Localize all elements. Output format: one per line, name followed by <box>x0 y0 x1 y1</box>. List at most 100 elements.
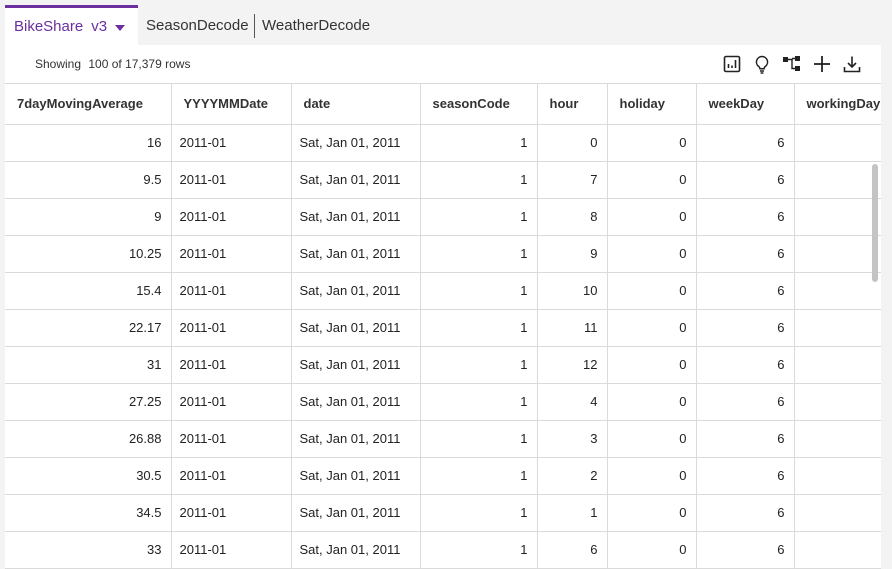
hierarchy-icon[interactable] <box>781 53 803 75</box>
table-row[interactable]: 9 2011-01 Sat, Jan 01, 2011 1 8 0 6 <box>5 198 881 236</box>
table-cell: 11 <box>537 309 608 347</box>
table-row[interactable]: 33 2011-01 Sat, Jan 01, 2011 1 6 0 6 <box>5 531 881 569</box>
table-row[interactable]: 34.5 2011-01 Sat, Jan 01, 2011 1 1 0 6 <box>5 494 881 532</box>
table-cell: 6 <box>696 309 795 347</box>
table-cell: 6 <box>696 531 795 569</box>
table-cell: 0 <box>607 383 697 421</box>
table-cell: 33 <box>5 531 172 569</box>
column-header[interactable]: 7dayMovingAverage <box>5 84 172 125</box>
table-cell: 2011-01 <box>171 235 292 273</box>
table-cell: 2011-01 <box>171 457 292 495</box>
column-header[interactable]: date <box>291 84 421 125</box>
table-cell: 2011-01 <box>171 309 292 347</box>
table-row[interactable]: 26.88 2011-01 Sat, Jan 01, 2011 1 3 0 6 <box>5 420 881 458</box>
table-cell: 6 <box>696 198 795 236</box>
table-cell: 0 <box>607 124 697 162</box>
table-cell: 1 <box>420 124 538 162</box>
plus-icon[interactable] <box>811 53 833 75</box>
column-header[interactable]: hour <box>537 84 608 125</box>
tab-weatherdecode[interactable]: WeatherDecode <box>262 5 370 45</box>
table-cell <box>794 457 881 495</box>
showing-label: Showing <box>35 57 82 71</box>
download-icon[interactable] <box>841 53 863 75</box>
tab-divider <box>254 14 255 38</box>
column-header[interactable]: weekDay <box>696 84 795 125</box>
table-cell: 0 <box>607 309 697 347</box>
table-cell: 2011-01 <box>171 531 292 569</box>
table-row[interactable]: 16 2011-01 Sat, Jan 01, 2011 1 0 0 6 <box>5 124 881 162</box>
table-cell: 0 <box>607 346 697 384</box>
table-cell: Sat, Jan 01, 2011 <box>291 309 421 347</box>
table-cell: 22.17 <box>5 309 172 347</box>
table-cell: 0 <box>607 457 697 495</box>
table-cell: 0 <box>607 161 697 199</box>
table-cell: 1 <box>420 272 538 310</box>
vertical-scrollbar[interactable] <box>872 164 878 282</box>
table-cell <box>794 420 881 458</box>
chevron-down-icon[interactable] <box>115 24 126 31</box>
table-cell: Sat, Jan 01, 2011 <box>291 235 421 273</box>
table-cell: 6 <box>696 383 795 421</box>
table-row[interactable]: 22.17 2011-01 Sat, Jan 01, 2011 1 11 0 6 <box>5 309 881 347</box>
table-cell <box>794 161 881 199</box>
table-cell <box>794 346 881 384</box>
table-cell: 1 <box>420 457 538 495</box>
table-cell: 6 <box>696 272 795 310</box>
table-cell: Sat, Jan 01, 2011 <box>291 198 421 236</box>
table-cell: 26.88 <box>5 420 172 458</box>
table-cell: 10 <box>537 272 608 310</box>
table-cell: 9 <box>537 235 608 273</box>
tab-label: BikeShare <box>14 18 84 35</box>
table-cell: 1 <box>420 494 538 532</box>
table-cell: 6 <box>696 235 795 273</box>
chart-icon[interactable] <box>721 53 743 75</box>
table-cell: 2011-01 <box>171 494 292 532</box>
table-cell: 1 <box>420 235 538 273</box>
data-panel: Showing 100 of 17,379 rows 7dayMovingAve… <box>5 45 881 569</box>
table-cell: 0 <box>607 531 697 569</box>
table-cell: 2011-01 <box>171 124 292 162</box>
column-header[interactable]: YYYYMMDate <box>171 84 292 125</box>
table-cell: 9 <box>5 198 172 236</box>
table-cell: 1 <box>420 420 538 458</box>
table-cell: 0 <box>607 198 697 236</box>
tab-label: WeatherDecode <box>262 16 371 34</box>
tab-bikeshare[interactable]: BikeShare v3 <box>5 5 138 45</box>
row-count-status: Showing 100 of 17,379 rows <box>35 57 190 71</box>
table-row[interactable]: 9.5 2011-01 Sat, Jan 01, 2011 1 7 0 6 <box>5 161 881 199</box>
table-cell: Sat, Jan 01, 2011 <box>291 420 421 458</box>
row-count: 100 of 17,379 rows <box>88 57 191 71</box>
table-row[interactable]: 31 2011-01 Sat, Jan 01, 2011 1 12 0 6 <box>5 346 881 384</box>
table-cell: 6 <box>696 494 795 532</box>
table-row[interactable]: 15.4 2011-01 Sat, Jan 01, 2011 1 10 0 6 <box>5 272 881 310</box>
table-row[interactable]: 30.5 2011-01 Sat, Jan 01, 2011 1 2 0 6 <box>5 457 881 495</box>
table-cell: 8 <box>537 198 608 236</box>
tab-seasondecode[interactable]: SeasonDecode <box>146 5 249 45</box>
table-cell: 2011-01 <box>171 346 292 384</box>
table-cell: 1 <box>537 494 608 532</box>
table-cell: 6 <box>696 124 795 162</box>
table-cell: 6 <box>696 161 795 199</box>
table-row[interactable]: 10.25 2011-01 Sat, Jan 01, 2011 1 9 0 6 <box>5 235 881 273</box>
table-cell: 0 <box>607 420 697 458</box>
table-cell: 2011-01 <box>171 383 292 421</box>
table-cell: 34.5 <box>5 494 172 532</box>
lightbulb-icon[interactable] <box>751 53 773 75</box>
table-cell: 10.25 <box>5 235 172 273</box>
table-cell: Sat, Jan 01, 2011 <box>291 383 421 421</box>
column-header[interactable]: seasonCode <box>420 84 538 125</box>
table-cell: 2011-01 <box>171 161 292 199</box>
table-cell: 30.5 <box>5 457 172 495</box>
column-header[interactable]: holiday <box>607 84 697 125</box>
table-cell: Sat, Jan 01, 2011 <box>291 346 421 384</box>
table-cell: Sat, Jan 01, 2011 <box>291 161 421 199</box>
table-cell: 6 <box>696 457 795 495</box>
table-cell <box>794 272 881 310</box>
table-cell: Sat, Jan 01, 2011 <box>291 457 421 495</box>
table-cell: 2011-01 <box>171 420 292 458</box>
table-row[interactable]: 27.25 2011-01 Sat, Jan 01, 2011 1 4 0 6 <box>5 383 881 421</box>
tab-bar: BikeShare v3 SeasonDecode WeatherDecode <box>0 0 892 45</box>
column-header[interactable]: workingDay <box>794 84 881 125</box>
toolbar-actions <box>721 53 863 75</box>
table-cell: 2011-01 <box>171 272 292 310</box>
